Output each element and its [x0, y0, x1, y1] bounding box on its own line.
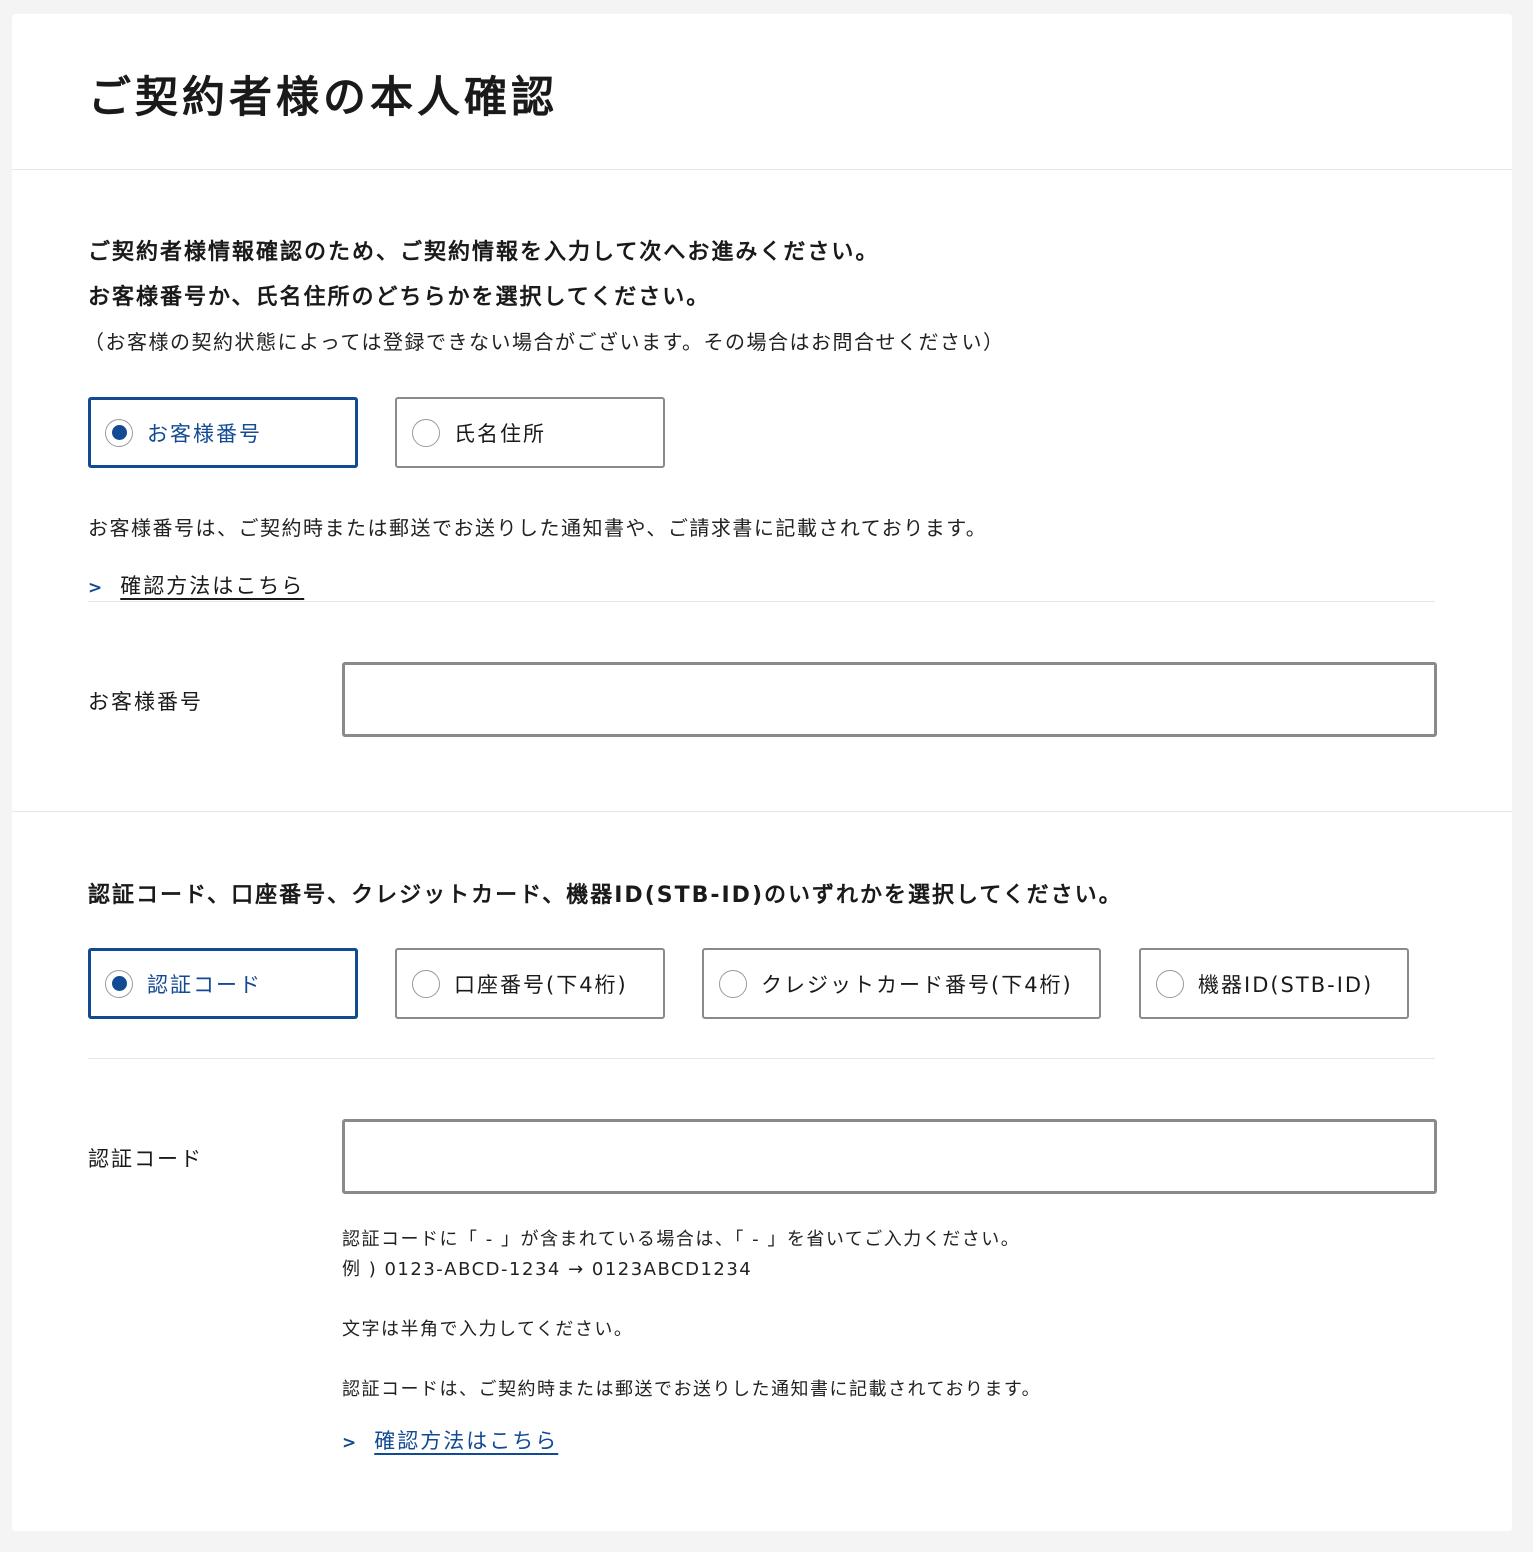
radio-option-label: クレジットカード番号(下4桁) — [761, 972, 1073, 997]
section2-lead: 認証コード、口座番号、クレジットカード、機器ID(STB-ID)のいずれかを選択… — [88, 883, 1123, 908]
section1-lead-line1: ご契約者様情報確認のため、ご契約情報を入力して次へお進みください。 — [88, 240, 880, 265]
auth-code-hint-example: 例 ) 0123-ABCD-1234 → 0123ABCD1234 — [342, 1259, 753, 1280]
header-divider — [12, 169, 1512, 170]
chevron-right-icon: > — [342, 1433, 359, 1453]
radio-selected-icon — [105, 969, 133, 998]
section1-lead-line2: お客様番号か、氏名住所のどちらかを選択してください。 — [88, 285, 711, 310]
customer-number-label: お客様番号 — [88, 690, 203, 714]
chevron-right-icon: > — [88, 578, 105, 598]
radio-option-label: 機器ID(STB-ID) — [1198, 972, 1374, 997]
radio-option-device-id[interactable]: 機器ID(STB-ID) — [1139, 948, 1409, 1019]
section2-inner-divider — [88, 1058, 1435, 1059]
auth-code-hint-hyphen: 認証コードに「 - 」が含まれている場合は、「 - 」を省いてご入力ください。 — [342, 1229, 1021, 1250]
auth-code-hint-location: 認証コードは、ご契約時または郵送でお送りした通知書に記載されております。 — [342, 1379, 1042, 1400]
auth-code-input[interactable] — [342, 1119, 1437, 1194]
section2-help-link-row: > 確認方法はこちら — [342, 1427, 558, 1457]
section2-radio-group: 認証コード 口座番号(下4桁) クレジットカード番号(下4桁) 機器ID(STB… — [88, 948, 1435, 1019]
section-divider — [12, 811, 1512, 812]
how-to-check-link[interactable]: 確認方法はこちら — [120, 574, 304, 598]
radio-selected-icon — [105, 418, 133, 447]
radio-unselected-icon — [412, 418, 440, 447]
page-title: ご契約者様の本人確認 — [88, 73, 558, 123]
how-to-check-link[interactable]: 確認方法はこちら — [374, 1429, 558, 1453]
radio-option-auth-code[interactable]: 認証コード — [88, 948, 358, 1019]
auth-code-label: 認証コード — [88, 1147, 203, 1171]
radio-unselected-icon — [719, 969, 747, 998]
radio-option-label: 氏名住所 — [454, 421, 546, 446]
radio-unselected-icon — [412, 969, 440, 998]
radio-option-credit-card[interactable]: クレジットカード番号(下4桁) — [702, 948, 1101, 1019]
section1-note: （お客様の契約状態によっては登録できない場合がございます。その場合はお問合せくだ… — [84, 330, 1005, 354]
radio-unselected-icon — [1156, 969, 1184, 998]
radio-option-label: お客様番号 — [147, 421, 262, 446]
customer-number-help-text: お客様番号は、ご契約時または郵送でお送りした通知書や、ご請求書に記載されておりま… — [88, 516, 988, 540]
section1-inner-divider — [88, 601, 1435, 602]
section1-radio-group: お客様番号 氏名住所 — [88, 397, 1435, 468]
radio-option-label: 口座番号(下4桁) — [454, 972, 628, 997]
identity-verification-card: ご契約者様の本人確認 ご契約者様情報確認のため、ご契約情報を入力して次へお進みく… — [12, 14, 1512, 1531]
auth-code-hint-halfwidth: 文字は半角で入力してください。 — [342, 1319, 634, 1340]
radio-option-name-address[interactable]: 氏名住所 — [395, 397, 665, 468]
radio-option-account-number[interactable]: 口座番号(下4桁) — [395, 948, 665, 1019]
radio-option-label: 認証コード — [147, 972, 262, 997]
section1-help-link-row: > 確認方法はこちら — [88, 572, 304, 602]
radio-option-customer-number[interactable]: お客様番号 — [88, 397, 358, 468]
customer-number-input[interactable] — [342, 662, 1437, 737]
